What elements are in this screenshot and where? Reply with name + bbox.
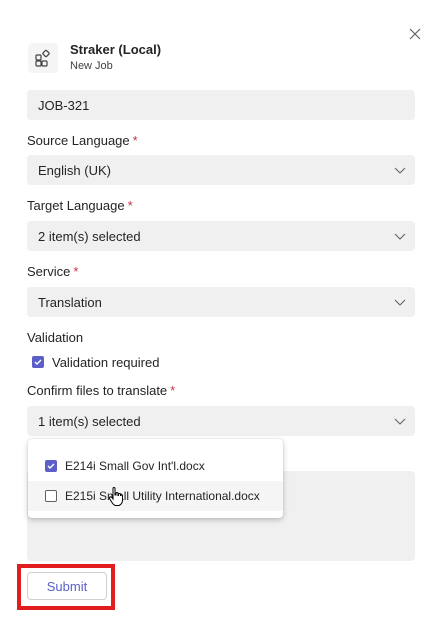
source-language-dropdown[interactable]: English (UK)	[27, 155, 415, 185]
apps-icon	[28, 43, 58, 73]
submit-button[interactable]: Submit	[27, 572, 107, 600]
file-option-checkbox[interactable]	[45, 490, 57, 502]
confirm-files-listbox: E214i Small Gov Int'l.docx E215i Small U…	[28, 439, 283, 518]
required-mark: *	[132, 133, 138, 148]
file-option[interactable]: E215i Small Utility International.docx	[28, 481, 283, 511]
app-subtitle: New Job	[70, 60, 113, 72]
target-language-label: Target Language *	[27, 198, 133, 213]
confirm-files-value: 1 item(s) selected	[38, 413, 141, 429]
target-language-dropdown[interactable]: 2 item(s) selected	[27, 221, 415, 251]
required-mark: *	[73, 264, 79, 279]
job-name-field[interactable]: JOB-321	[27, 90, 415, 120]
validation-label: Validation	[27, 330, 84, 345]
app-name: Straker (Local)	[70, 42, 162, 57]
file-option[interactable]: E214i Small Gov Int'l.docx	[28, 451, 283, 481]
file-option-label: E215i Small Utility International.docx	[65, 489, 260, 503]
source-language-value: English (UK)	[38, 162, 111, 178]
close-icon[interactable]	[407, 26, 423, 42]
service-label: Service *	[27, 264, 79, 279]
hand-cursor-icon	[108, 487, 123, 506]
service-value: Translation	[38, 294, 102, 310]
confirm-files-dropdown[interactable]: 1 item(s) selected	[27, 406, 415, 436]
required-mark: *	[170, 383, 176, 398]
validation-checkbox[interactable]	[32, 356, 44, 368]
target-language-value: 2 item(s) selected	[38, 228, 141, 244]
job-name-value: JOB-321	[38, 97, 90, 113]
chevron-down-icon	[394, 299, 406, 306]
check-icon	[47, 463, 55, 469]
confirm-files-label: Confirm files to translate *	[27, 383, 176, 398]
chevron-down-icon	[394, 167, 406, 174]
file-option-checkbox[interactable]	[45, 460, 57, 472]
source-language-label: Source Language *	[27, 133, 138, 148]
validation-checkbox-label: Validation required	[52, 355, 160, 370]
required-mark: *	[127, 198, 133, 213]
service-dropdown[interactable]: Translation	[27, 287, 415, 317]
check-icon	[34, 359, 42, 365]
chevron-down-icon	[394, 233, 406, 240]
chevron-down-icon	[394, 418, 406, 425]
file-option-label: E214i Small Gov Int'l.docx	[65, 459, 205, 473]
